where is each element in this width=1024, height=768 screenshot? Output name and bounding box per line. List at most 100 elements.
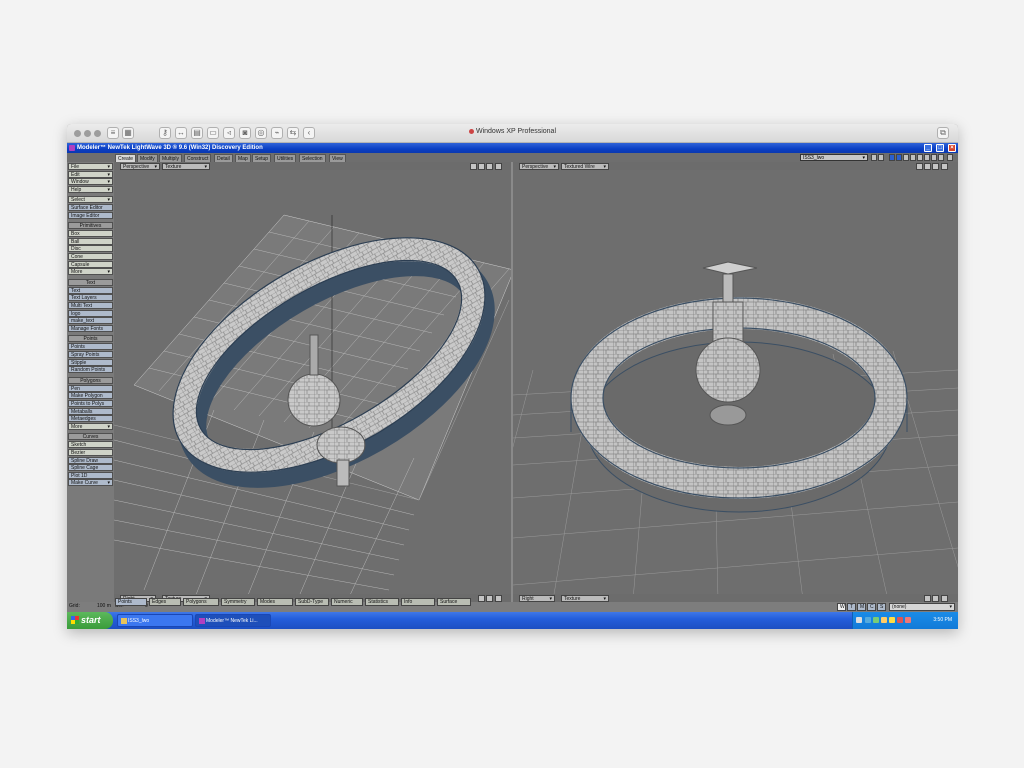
sidebar-item-logo[interactable]: logo [68, 309, 113, 317]
modes-button[interactable]: Modes [257, 598, 293, 606]
sidebar-item-pen[interactable]: Pen [68, 384, 113, 392]
sidebar-item-make-curve[interactable]: Make Curve ▾ [68, 479, 113, 487]
tab-create[interactable]: Create [115, 154, 137, 162]
rotate-view-icon[interactable] [478, 163, 485, 170]
tab-construct[interactable]: Construct [184, 154, 212, 162]
task-folder[interactable]: ISS3_lwo [117, 614, 193, 627]
close-button[interactable]: × [948, 144, 956, 152]
info-button[interactable]: Info [401, 598, 435, 606]
bluetooth-icon[interactable] [889, 617, 895, 623]
sidebar-item-more[interactable]: More ▾ [68, 422, 113, 430]
sidebar-item-surface-editor[interactable]: Surface Editor [68, 204, 113, 211]
layer-button[interactable] [889, 154, 895, 161]
layer-s[interactable]: S [877, 603, 886, 611]
maximize-button[interactable]: □ [936, 144, 944, 152]
tab-map[interactable]: Map [235, 154, 251, 162]
sidebar-item-image-editor[interactable]: Image Editor [68, 211, 113, 219]
layer-button[interactable] [910, 154, 916, 161]
sidebar-item-sketch[interactable]: Sketch [68, 441, 113, 449]
sidebar-item-help[interactable]: Help ▾ [68, 185, 113, 193]
tab-utilities[interactable]: Utilities [274, 154, 297, 162]
maximize-view-icon[interactable] [495, 163, 502, 170]
statistics-button[interactable]: Statistics [365, 598, 399, 606]
sidebar-item-more[interactable]: More ▾ [68, 268, 113, 276]
tab-selection[interactable]: Selection [299, 154, 326, 162]
surface-select[interactable]: (none) ▾ [889, 603, 955, 611]
sidebar-item-make-text[interactable]: make_text [68, 317, 113, 325]
zoom-view-icon[interactable] [932, 163, 939, 170]
tab-setup[interactable]: Setup [252, 154, 272, 162]
layer-m[interactable]: M [857, 603, 866, 611]
layer-button[interactable] [871, 154, 877, 161]
tab-detail[interactable]: Detail [214, 154, 233, 162]
layer-button[interactable] [931, 154, 937, 161]
sidebar-item-random-points[interactable]: Random Points [68, 366, 113, 374]
sidebar-item-manage-fonts[interactable]: Manage Fonts [68, 324, 113, 332]
sidebar-item-window[interactable]: Window ▾ [68, 178, 113, 186]
layer-button[interactable] [917, 154, 923, 161]
zoom-view-icon[interactable] [486, 163, 493, 170]
fullscreen-icon[interactable]: ⧉ [937, 127, 949, 139]
move-view-icon[interactable] [916, 163, 923, 170]
edges-mode-button[interactable]: Edges [149, 598, 181, 606]
tab-modify[interactable]: Modify [137, 154, 158, 162]
rotate-view-icon[interactable] [924, 163, 931, 170]
sidebar-item-file[interactable]: File ▾ [68, 163, 113, 170]
render-mode-select[interactable]: Textured Wire ▾ [561, 163, 609, 170]
minimize-button[interactable]: _ [924, 144, 932, 152]
viewport-right[interactable]: Perspective ▾ Textured Wire ▾ Right ▾ Te… [513, 162, 958, 602]
layer-menu-button[interactable] [947, 154, 953, 161]
sidebar-item-ball[interactable]: Ball [68, 237, 113, 245]
sidebar-item-metaballs[interactable]: Metaballs [68, 407, 113, 415]
sidebar-item-capsule[interactable]: Capsule [68, 260, 113, 268]
move-view-icon[interactable] [470, 163, 477, 170]
layer-button[interactable] [938, 154, 944, 161]
sidebar-item-spray-points[interactable]: Spray Points [68, 351, 113, 358]
symmetry-button[interactable]: Symmetry [221, 598, 255, 606]
layer-t[interactable]: T [847, 603, 856, 611]
sidebar-item-spline-draw[interactable]: Spline Draw [68, 456, 113, 464]
task-modeler[interactable]: Modeler™ NewTek Li... [195, 614, 271, 627]
sidebar-item-select[interactable]: Select ▾ [68, 196, 113, 204]
layer-button[interactable] [896, 154, 902, 161]
layer-button[interactable] [924, 154, 930, 161]
points-mode-button[interactable]: Points [115, 598, 147, 606]
sidebar-item-spline-cage[interactable]: Spline Cage [68, 464, 113, 472]
maximize-view-icon[interactable] [941, 163, 948, 170]
sidebar-item-stipple[interactable]: Stipple [68, 358, 113, 366]
sidebar-item-metaedges[interactable]: Metaedges [68, 415, 113, 423]
layer-c[interactable]: C [867, 603, 876, 611]
tab-view[interactable]: View [329, 154, 346, 162]
sidebar-item-box[interactable]: Box [68, 230, 113, 238]
view-type-select[interactable]: Perspective ▾ [519, 163, 559, 170]
sidebar-item-text-layers[interactable]: Text Layers [68, 294, 113, 302]
layer-w[interactable]: W [837, 603, 846, 611]
render-mode-select[interactable]: Texture▾ [162, 163, 210, 170]
subd-type-button[interactable]: SubD-Type [295, 598, 329, 606]
sidebar-item-cone[interactable]: Cone [68, 253, 113, 260]
shield-icon[interactable] [873, 617, 879, 623]
sidebar-item-points-to-polys[interactable]: Points to Polys [68, 400, 113, 407]
surface-button[interactable]: Surface [437, 598, 471, 606]
sidebar-item-multi-text[interactable]: Multi Text [68, 302, 113, 309]
object-select[interactable]: ISS3_lwo ▾ [800, 154, 868, 161]
sidebar-item-plot-1d[interactable]: Plot 1D [68, 471, 113, 479]
sidebar-item-disc[interactable]: Disc [68, 245, 113, 253]
security-icon[interactable] [865, 617, 871, 623]
sidebar-item-make-polygon[interactable]: Make Polygon [68, 392, 113, 400]
numeric-button[interactable]: Numeric [331, 598, 363, 606]
sidebar-item-text[interactable]: Text [68, 286, 113, 294]
layer-button[interactable] [878, 154, 884, 161]
viewport-left[interactable]: Perspective ▾ Texture ▾ [114, 162, 511, 602]
start-button[interactable]: start [67, 612, 113, 629]
alert-icon[interactable] [897, 617, 903, 623]
view-type-select[interactable]: Perspective ▾ [120, 163, 160, 170]
update-icon[interactable] [905, 617, 911, 623]
sidebar-item-bezier[interactable]: Bezier [68, 449, 113, 456]
sidebar-item-edit[interactable]: Edit ▾ [68, 170, 113, 178]
tab-multiply[interactable]: Multiply [159, 154, 182, 162]
sidebar-item-points[interactable]: Points [68, 343, 113, 351]
speaker-icon[interactable] [881, 617, 887, 623]
polygons-mode-button[interactable]: Polygons [183, 598, 219, 606]
layer-button[interactable] [903, 154, 909, 161]
